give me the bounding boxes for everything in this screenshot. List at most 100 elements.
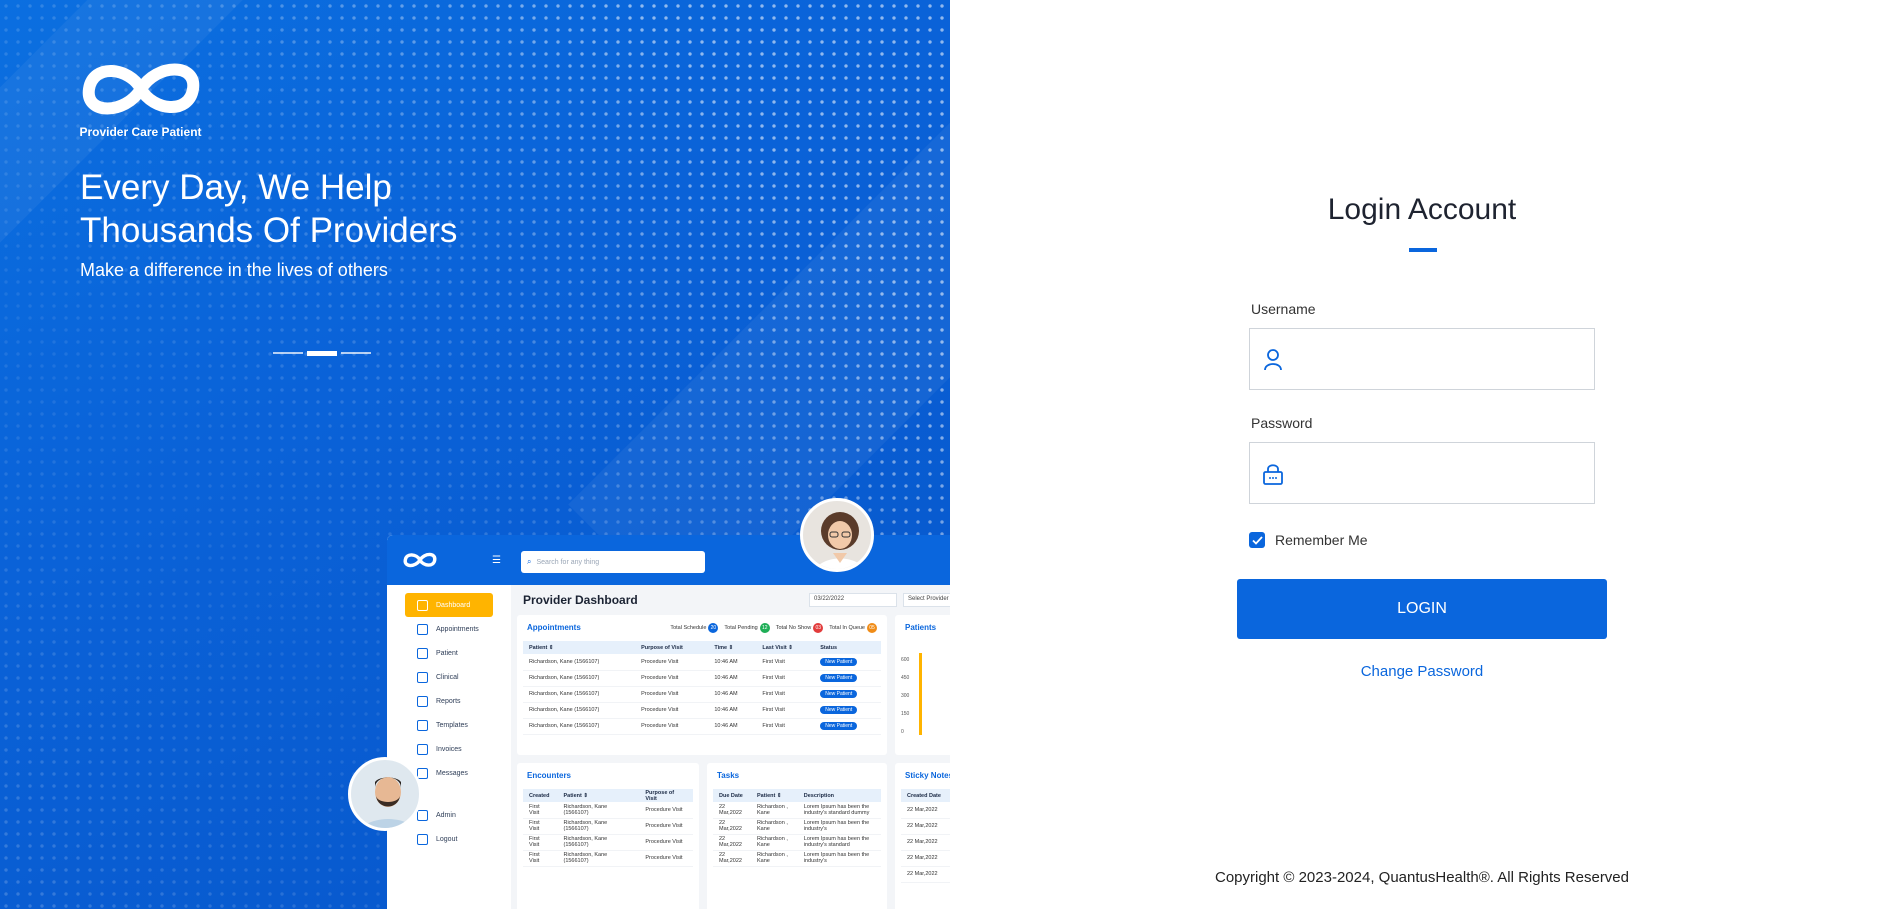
appointment-stats: Total Schedule 20 Total Pending 12 Total No … [670, 623, 877, 633]
cell-text: Richardson, Kane (1566107) [529, 723, 600, 729]
password-field[interactable] [1249, 442, 1595, 504]
table-cell: Procedure Visit [635, 670, 709, 687]
table-row: 22 Mar,2022 Richardson , Kane Lorem Ipsum … [713, 850, 881, 867]
table-cell: 22 Mar,2022 [901, 802, 950, 819]
stat-label: Total Schedule [670, 625, 707, 631]
cell-text: Richardson, Kane (1566107) [529, 707, 600, 713]
dashboard-preview: ☰ Dashboard Appointments Patient Clinical Re… [387, 535, 950, 909]
carousel-dot[interactable] [341, 352, 371, 354]
cell-text: 22 Mar,2022 [719, 820, 742, 832]
cell-text: Procedure Visit [641, 691, 679, 697]
menu-item-label: Messages [436, 769, 468, 777]
dashboard-title: Provider Dashboard [523, 593, 638, 607]
table-cell: Procedure Visit [639, 802, 693, 819]
table-cell: First Visit [756, 718, 815, 735]
status-badge: New Patient [820, 674, 858, 682]
stat-label: Total Pending [724, 625, 758, 631]
table-cell: First Visit [523, 850, 558, 867]
stat-badge: 03 [813, 623, 824, 633]
encounters-table: Created Patient ⇕ Purpose of Visit First Vi… [523, 789, 693, 867]
column-header: Patient ⇕ [557, 789, 640, 802]
table-cell: Procedure Visit [635, 686, 709, 703]
tasks-title: Tasks [717, 771, 740, 780]
menu-item-icon [417, 767, 428, 779]
table-cell: New Patient [814, 686, 881, 703]
table-header-row: Patient ⇕ Purpose of Visit Time ⇕ Last Visi… [523, 641, 881, 654]
cell-text: Richardson , Kane [756, 820, 788, 832]
table-cell: First Visit [756, 686, 815, 703]
appointment-stat: Total Schedule 20 [670, 623, 719, 633]
table-cell: 22 Mar,2022 [901, 866, 950, 883]
sticky-notes-card: Sticky Notes Created Date 22 Mar,2022 22 M… [895, 763, 950, 909]
status-badge: New Patient [820, 706, 858, 714]
cell-text: First Visit [529, 836, 540, 848]
cell-text: 10:46 AM [714, 675, 738, 681]
status-badge: New Patient [820, 722, 858, 730]
change-password-link[interactable]: Change Password [1327, 663, 1517, 680]
username-input[interactable] [1300, 329, 1590, 389]
table-row: 22 Mar,2022 [901, 802, 950, 819]
table-row: 22 Mar,2022 Richardson , Kane Lorem Ipsum … [713, 834, 881, 851]
carousel-indicators [273, 351, 371, 356]
dashboard-topbar: ⌕ Search for any thing [511, 535, 950, 585]
menu-item-icon [417, 599, 428, 611]
login-button[interactable]: LOGIN [1237, 579, 1607, 639]
table-cell: Procedure Visit [635, 718, 709, 735]
remember-checkbox[interactable] [1249, 532, 1265, 548]
carousel-dot[interactable] [273, 352, 303, 354]
dashboard-menu-item: Logout [405, 827, 493, 851]
column-header: Time ⇕ [708, 641, 757, 654]
user-icon [1264, 349, 1282, 371]
dashboard-search: ⌕ Search for any thing [521, 551, 705, 573]
table-row: 22 Mar,2022 [901, 850, 950, 867]
remember-label: Remember Me [1275, 532, 1368, 548]
remember-me[interactable]: Remember Me [1249, 532, 1368, 548]
stat-badge: 12 [759, 623, 770, 633]
table-row: Richardson, Kane (1566107) Procedure Visi… [523, 702, 881, 719]
cell-text: First Visit [762, 691, 785, 697]
dashboard-provider-select: Select Provider [903, 593, 950, 607]
dashboard-menu-item: Templates [405, 713, 493, 737]
encounters-title: Encounters [527, 771, 572, 780]
axis-tick-label: 150 [901, 711, 910, 717]
menu-item-icon [417, 671, 428, 683]
menu-item-label: Dashboard [436, 601, 471, 609]
cell-text: Procedure Visit [641, 675, 679, 681]
dashboard-sidebar-header: ☰ [387, 535, 511, 585]
table-row: 22 Mar,2022 [901, 818, 950, 835]
cell-text: Procedure Visit [645, 823, 683, 829]
password-input[interactable] [1300, 443, 1590, 503]
axis-tick-label: 300 [901, 693, 910, 699]
hero-headline: Every Day, We Help Thousands Of Provider… [80, 166, 457, 252]
cell-text: 10:46 AM [714, 658, 738, 665]
table-cell: Richardson, Kane (1566107) [557, 834, 640, 851]
carousel-dot-active[interactable] [307, 351, 337, 356]
table-cell: Richardson, Kane (1566107) [557, 850, 640, 867]
female-doctor-avatar [800, 498, 874, 572]
cell-text: Richardson, Kane (1566107) [529, 658, 600, 665]
username-field[interactable] [1249, 328, 1595, 390]
menu-item-label: Patient [436, 649, 458, 657]
cell-text: Lorem Ipsum has been the industry's [803, 820, 870, 832]
table-row: 22 Mar,2022 [901, 866, 950, 883]
appointments-card: Appointments Total Schedule 20 Total Pendi… [517, 615, 887, 755]
hero-panel: Provider Care Patient Every Day, We Help… [0, 0, 950, 909]
table-cell: First Visit [756, 654, 815, 671]
table-cell: Richardson , Kane [750, 818, 798, 835]
table-cell: Procedure Visit [639, 834, 693, 851]
table-cell: Lorem Ipsum has been the industry's stan… [797, 802, 881, 819]
cell-text: Richardson, Kane (1566107) [563, 820, 608, 832]
title-underline [1409, 248, 1437, 252]
column-header: Patient ⇕ [750, 789, 798, 802]
dashboard-sidebar: ☰ Dashboard Appointments Patient Clinical Re… [387, 535, 511, 909]
table-cell: Procedure Visit [635, 654, 709, 671]
table-row: First Visit Richardson, Kane (1566107) Pro… [523, 818, 693, 835]
cell-text: Procedure Visit [645, 855, 683, 861]
menu-item-icon [417, 623, 428, 635]
status-badge: New Patient [820, 657, 858, 666]
menu-item-label: Invoices [436, 745, 462, 753]
table-cell: Richardson, Kane (1566107) [523, 670, 636, 687]
search-icon: ⌕ [527, 557, 532, 566]
appointment-stat: Total In Queue 05 [829, 623, 877, 633]
menu-item-icon [417, 833, 428, 845]
